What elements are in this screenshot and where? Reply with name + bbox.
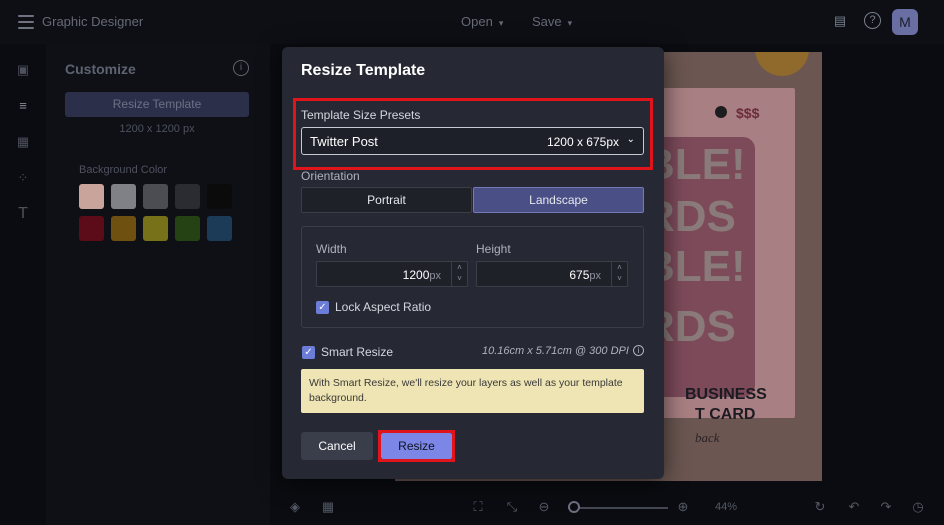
business-text: BUSINESS bbox=[685, 386, 767, 403]
chevron-down-icon: ▾ bbox=[567, 18, 573, 28]
elements-icon[interactable]: ⁘ bbox=[15, 170, 31, 186]
orientation-label: Orientation bbox=[301, 169, 360, 183]
app-title: Graphic Designer bbox=[42, 14, 144, 29]
height-field[interactable]: 675px ˄ ˅ bbox=[476, 261, 628, 287]
color-swatch[interactable] bbox=[207, 216, 232, 241]
customize-panel: Customize i Resize Template 1200 x 1200 … bbox=[46, 44, 270, 525]
smart-resize-checkbox[interactable]: ✓ bbox=[302, 346, 315, 359]
smart-resize-label: Smart Resize bbox=[321, 345, 394, 359]
tool-rail: ▣ ≡ ▦ ⁘ T bbox=[0, 44, 46, 525]
height-label: Height bbox=[476, 242, 511, 256]
color-swatch[interactable] bbox=[175, 184, 200, 209]
layout-icon[interactable]: ▦ bbox=[15, 134, 31, 150]
sliders-icon[interactable]: ≡ bbox=[15, 98, 31, 114]
width-value-wrap: 1200px bbox=[403, 268, 441, 282]
lock-aspect-label: Lock Aspect Ratio bbox=[335, 300, 432, 314]
refresh-icon[interactable]: ↻ bbox=[812, 499, 828, 515]
color-swatch[interactable] bbox=[79, 184, 104, 209]
info-icon[interactable]: i bbox=[233, 60, 249, 76]
cancel-button[interactable]: Cancel bbox=[301, 432, 373, 460]
resize-template-dialog: Resize Template Template Size Presets Tw… bbox=[282, 47, 664, 479]
color-swatch[interactable] bbox=[143, 184, 168, 209]
chevron-down-icon: ▾ bbox=[498, 18, 504, 28]
portrait-button[interactable]: Portrait bbox=[301, 187, 472, 213]
menu-icon[interactable] bbox=[18, 15, 34, 29]
color-swatch[interactable] bbox=[79, 216, 104, 241]
preset-select[interactable]: Twitter Post 1200 x 675px ⌄ bbox=[301, 127, 644, 155]
color-swatch[interactable] bbox=[111, 184, 136, 209]
zoom-slider-handle[interactable] bbox=[568, 501, 580, 513]
grid-icon[interactable]: ▦ bbox=[320, 499, 336, 515]
preset-size: 1200 x 675px bbox=[546, 135, 619, 149]
dot-graphic bbox=[715, 106, 727, 118]
image-icon[interactable]: ▣ bbox=[15, 62, 31, 78]
height-value-wrap: 675px bbox=[569, 268, 601, 282]
zoom-level: 44% bbox=[715, 501, 738, 513]
background-color-label: Background Color bbox=[79, 164, 168, 176]
open-menu-button[interactable]: Open ▾ bbox=[461, 14, 503, 29]
back-text: back bbox=[695, 430, 720, 445]
card-text: T CARD bbox=[695, 406, 756, 423]
undo-icon[interactable]: ↶ bbox=[846, 499, 862, 515]
height-unit: px bbox=[589, 270, 601, 282]
help-icon[interactable]: ? bbox=[864, 12, 881, 29]
color-swatch[interactable] bbox=[111, 216, 136, 241]
width-stepper[interactable]: ˄ ˅ bbox=[451, 262, 467, 286]
width-value: 1200 bbox=[402, 268, 430, 282]
panel-title: Customize bbox=[65, 61, 136, 77]
zoom-in-icon[interactable]: ⊕ bbox=[675, 499, 691, 515]
chevron-down-icon: ⌄ bbox=[626, 134, 635, 145]
landscape-button[interactable]: Landscape bbox=[473, 187, 644, 213]
height-value: 675 bbox=[569, 268, 590, 282]
zoom-out-icon[interactable]: ⊖ bbox=[536, 499, 552, 515]
color-swatch[interactable] bbox=[143, 216, 168, 241]
width-unit: px bbox=[429, 270, 441, 282]
smart-resize-note: With Smart Resize, we'll resize your lay… bbox=[301, 369, 644, 413]
comment-icon[interactable]: ▤ bbox=[831, 12, 849, 30]
color-swatch[interactable] bbox=[207, 184, 232, 209]
template-size-text: 1200 x 1200 px bbox=[119, 123, 195, 135]
preset-name: Twitter Post bbox=[310, 134, 378, 149]
bottom-toolbar: ◈ ▦ ⛶ ⤡ ⊖ ⊕ 44% ↻ ↶ ↷ ◷ bbox=[270, 491, 944, 525]
dimensions-group: Width Height 1200px ˄ ˅ 675px ˄ ˅ ✓ Lock A… bbox=[301, 226, 644, 328]
lock-aspect-checkbox[interactable]: ✓ bbox=[316, 301, 329, 314]
info-icon[interactable]: i bbox=[633, 345, 644, 356]
width-label: Width bbox=[316, 242, 347, 256]
flower-graphic bbox=[755, 52, 809, 76]
save-menu-button[interactable]: Save ▾ bbox=[532, 14, 572, 29]
top-bar: Graphic Designer Open ▾ Save ▾ ▤ ? M bbox=[0, 0, 944, 44]
smart-resize-dimensions: 10.16cm x 5.71cm @ 300 DPI bbox=[482, 345, 629, 357]
width-field[interactable]: 1200px ˄ ˅ bbox=[316, 261, 468, 287]
money-text: $$$ bbox=[736, 105, 760, 121]
open-label: Open bbox=[461, 14, 493, 29]
resize-button[interactable]: Resize bbox=[381, 433, 452, 459]
shrink-icon[interactable]: ⤡ bbox=[504, 499, 520, 515]
zoom-slider[interactable] bbox=[568, 507, 668, 509]
dialog-title: Resize Template bbox=[301, 62, 426, 79]
history-icon[interactable]: ◷ bbox=[910, 499, 926, 515]
avatar[interactable]: M bbox=[892, 9, 918, 35]
presets-label: Template Size Presets bbox=[301, 108, 421, 122]
text-icon[interactable]: T bbox=[15, 206, 31, 222]
save-label: Save bbox=[532, 14, 562, 29]
redo-icon[interactable]: ↷ bbox=[878, 499, 894, 515]
height-stepper[interactable]: ˄ ˅ bbox=[611, 262, 627, 286]
color-swatch[interactable] bbox=[175, 216, 200, 241]
layers-icon[interactable]: ◈ bbox=[287, 499, 303, 515]
fit-icon[interactable]: ⛶ bbox=[470, 499, 486, 515]
resize-template-button[interactable]: Resize Template bbox=[65, 92, 249, 117]
